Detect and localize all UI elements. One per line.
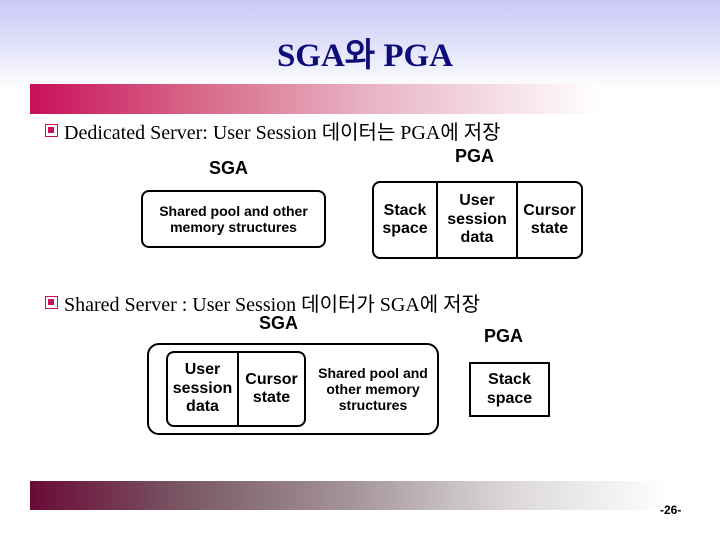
cell-line: space bbox=[382, 220, 428, 237]
sga-inner-box: User session data Cursor state bbox=[166, 351, 306, 427]
pga-label: PGA bbox=[484, 326, 524, 346]
pga-cell-stack-space: Stack space bbox=[374, 183, 436, 257]
cell-line: Cursor bbox=[245, 370, 298, 388]
sga-cell-cursor-state: Cursor state bbox=[239, 353, 304, 425]
bullet-square-icon bbox=[45, 124, 58, 137]
sga-box-line1: Shared pool and other bbox=[159, 202, 308, 219]
pga-cell-user-session-data: User session data bbox=[438, 183, 516, 257]
cell-line: session bbox=[172, 379, 233, 397]
footer-accent-bar bbox=[30, 481, 670, 510]
slide-title: SGA와 PGA bbox=[276, 38, 454, 74]
cell-line: other memory bbox=[326, 380, 420, 397]
sga-shared-pool: Shared pool and other memory structures bbox=[307, 345, 439, 433]
cell-line: Stack bbox=[488, 371, 531, 389]
sga-label: SGA bbox=[209, 158, 249, 178]
sga-label: SGA bbox=[259, 313, 299, 333]
bullet-text: Dedicated Server: User Session 데이터는 PGA에… bbox=[64, 122, 501, 144]
sga-box: User session data Cursor state Shared po… bbox=[147, 343, 439, 435]
pga-box: Stack space bbox=[469, 362, 550, 417]
cell-line: structures bbox=[338, 397, 408, 414]
pga-box: Stack space User session data Cursor sta… bbox=[372, 181, 583, 259]
pga-cell-cursor-state: Cursor state bbox=[518, 183, 581, 257]
sga-box: Shared pool and other memory structures bbox=[141, 190, 326, 248]
cell-line: space bbox=[486, 389, 533, 407]
title-accent-bar bbox=[30, 84, 600, 114]
sga-box-line2: memory structures bbox=[170, 219, 297, 235]
cell-line: data bbox=[186, 398, 219, 416]
bullet-dedicated-server: Dedicated Server: User Session 데이터는 PGA에… bbox=[45, 116, 501, 145]
cell-line: Stack bbox=[383, 201, 427, 219]
cell-line: User bbox=[184, 361, 221, 379]
cell-line: state bbox=[530, 220, 569, 237]
bullet-square-icon bbox=[45, 296, 58, 309]
pga-label: PGA bbox=[455, 146, 495, 166]
page-number: -26- bbox=[660, 503, 682, 517]
cell-line: User bbox=[459, 192, 495, 210]
cell-line: Shared pool and bbox=[318, 364, 428, 381]
cell-line: data bbox=[460, 229, 494, 247]
cell-line: Cursor bbox=[523, 201, 576, 219]
sga-cell-user-session-data: User session data bbox=[168, 353, 237, 425]
cell-line: state bbox=[252, 389, 291, 406]
cell-line: session bbox=[447, 210, 507, 228]
